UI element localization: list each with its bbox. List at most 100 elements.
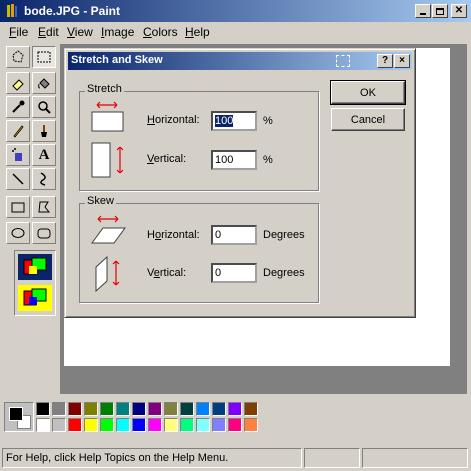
palette-swatch[interactable]: [100, 418, 114, 432]
tool-curve[interactable]: [32, 168, 56, 190]
stretch-group-label: Stretch: [85, 83, 124, 95]
stretch-skew-dialog: Stretch and Skew ? × Stretch Horizontal:…: [64, 48, 416, 318]
status-text-pane: For Help, click Help Topics on the Help …: [2, 448, 302, 468]
menu-image[interactable]: Image: [101, 25, 134, 39]
tool-free-select[interactable]: [6, 46, 30, 68]
status-size-pane: [362, 448, 468, 468]
menu-view[interactable]: View: [67, 25, 93, 39]
palette-swatch[interactable]: [196, 402, 210, 416]
tool-eraser[interactable]: [6, 72, 30, 94]
menu-colors[interactable]: Colors: [143, 25, 178, 39]
tool-airbrush[interactable]: [6, 144, 30, 166]
skew-vertical-input[interactable]: 0: [211, 263, 257, 283]
palette-swatch[interactable]: [116, 402, 130, 416]
status-bar: For Help, click Help Topics on the Help …: [0, 446, 471, 471]
palette-swatch[interactable]: [84, 418, 98, 432]
stretch-horizontal-unit: %: [263, 115, 273, 127]
palette-swatch[interactable]: [68, 418, 82, 432]
palette-swatch[interactable]: [228, 418, 242, 432]
paint-app-icon: [7, 4, 17, 17]
tool-magnifier[interactable]: [32, 96, 56, 118]
palette-swatch[interactable]: [36, 418, 50, 432]
fill-option[interactable]: [18, 285, 52, 311]
ok-button[interactable]: OK: [330, 80, 406, 105]
palette-swatch[interactable]: [196, 418, 210, 432]
shape-fill-icon: [23, 257, 47, 275]
palette-swatch[interactable]: [132, 402, 146, 416]
palette-swatch[interactable]: [228, 402, 242, 416]
menu-help[interactable]: Help: [185, 25, 210, 39]
palette-swatch[interactable]: [148, 402, 162, 416]
minimize-icon: [420, 13, 426, 15]
magnifier-icon: [38, 101, 51, 114]
palette-swatch[interactable]: [52, 402, 66, 416]
tool-line[interactable]: [6, 168, 30, 190]
skew-vertical-icon: [95, 255, 120, 293]
stretch-vertical-label: Vertical:: [147, 153, 187, 165]
skew-vertical-unit: Degrees: [263, 267, 305, 279]
palette-row-2: [36, 418, 258, 434]
minimize-button[interactable]: [415, 4, 431, 18]
airbrush-icon: [12, 148, 22, 161]
palette-swatch[interactable]: [132, 418, 146, 432]
palette-swatch[interactable]: [212, 418, 226, 432]
palette-swatch[interactable]: [180, 418, 194, 432]
palette-swatch[interactable]: [244, 418, 258, 432]
toolbox: A: [4, 44, 58, 384]
dialog-close-button[interactable]: ×: [394, 54, 410, 68]
stretch-horizontal-icon: [91, 101, 124, 132]
palette-swatch[interactable]: [180, 402, 194, 416]
tool-ellipse[interactable]: [6, 222, 30, 244]
tool-polygon[interactable]: [32, 196, 56, 218]
palette-swatch[interactable]: [52, 418, 66, 432]
dialog-title-bar[interactable]: Stretch and Skew ? ×: [68, 52, 412, 70]
menu-edit[interactable]: Edit: [38, 25, 59, 39]
window-title-bar[interactable]: bode.JPG - Paint ✕: [0, 0, 471, 22]
tool-text[interactable]: A: [32, 144, 56, 166]
status-text: For Help, click Help Topics on the Help …: [6, 452, 229, 464]
skew-horizontal-unit: Degrees: [263, 229, 305, 241]
palette-swatch[interactable]: [116, 418, 130, 432]
palette-swatch[interactable]: [164, 418, 178, 432]
palette-swatch[interactable]: [148, 418, 162, 432]
maximize-button[interactable]: [432, 4, 448, 18]
stretch-vertical-input[interactable]: 100: [211, 150, 257, 170]
stretch-horizontal-input[interactable]: 100: [211, 111, 257, 131]
stretch-vertical-unit: %: [263, 154, 273, 166]
skew-group-label: Skew: [85, 195, 116, 207]
maximize-icon: [436, 7, 444, 15]
dialog-help-button[interactable]: ?: [377, 54, 393, 68]
curve-icon: [40, 172, 46, 186]
tool-rounded-rect[interactable]: [32, 222, 56, 244]
palette-swatch[interactable]: [100, 402, 114, 416]
window-title: bode.JPG - Paint: [24, 4, 121, 18]
color-picker-icon: [12, 100, 25, 113]
free-select-icon: [12, 50, 24, 63]
close-icon: ×: [399, 55, 405, 66]
tool-rect-select[interactable]: [32, 46, 56, 68]
fill-icon: [38, 78, 50, 89]
tool-options: [14, 250, 56, 316]
tool-brush[interactable]: [32, 120, 56, 142]
status-coord-pane: [304, 448, 360, 468]
close-button[interactable]: ✕: [451, 4, 467, 18]
current-colors[interactable]: [4, 402, 34, 432]
skew-vertical-label: Vertical:: [147, 267, 187, 279]
tool-rectangle[interactable]: [6, 196, 30, 218]
tool-pencil[interactable]: [6, 120, 30, 142]
palette-swatch[interactable]: [164, 402, 178, 416]
palette-swatch[interactable]: [212, 402, 226, 416]
cancel-button[interactable]: Cancel: [331, 108, 405, 131]
tool-color-picker[interactable]: [6, 96, 30, 118]
palette-swatch[interactable]: [68, 402, 82, 416]
close-icon: ✕: [454, 5, 464, 16]
palette-swatch[interactable]: [84, 402, 98, 416]
palette-swatch[interactable]: [36, 402, 50, 416]
menu-file[interactable]: File: [9, 25, 28, 39]
fill-option-selected[interactable]: [18, 254, 52, 280]
tool-fill[interactable]: [32, 72, 56, 94]
shape-fill-icon-alt: [23, 288, 47, 306]
palette-swatch[interactable]: [244, 402, 258, 416]
skew-horizontal-icon: [91, 215, 126, 244]
skew-horizontal-input[interactable]: 0: [211, 225, 257, 245]
